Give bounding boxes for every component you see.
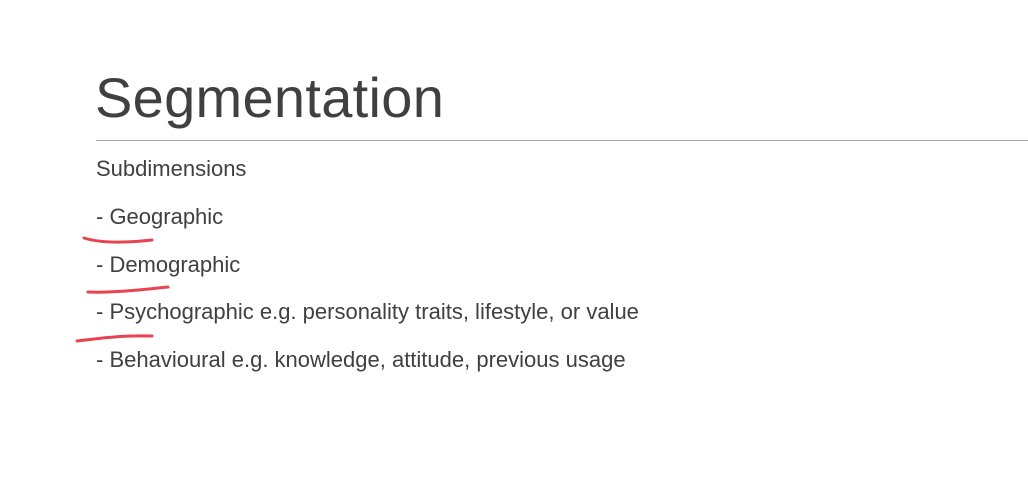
bullet-geographic: - Geographic (96, 204, 224, 229)
slide-title: Segmentation (95, 66, 445, 129)
underline-psychographic (75, 334, 154, 343)
bullet-behavioural: - Behavioural e.g. knowledge, attitude, … (96, 347, 626, 372)
subheading: Subdimensions (96, 156, 247, 181)
underline-geographic (82, 236, 154, 244)
slide: Segmentation Subdimensions - Geographic … (0, 0, 1028, 487)
underline-demographic (86, 285, 170, 294)
title-divider (96, 140, 1028, 141)
bullet-demographic: - Demographic (96, 252, 241, 277)
bullet-psychographic: - Psychographic e.g. personality traits,… (96, 299, 639, 324)
